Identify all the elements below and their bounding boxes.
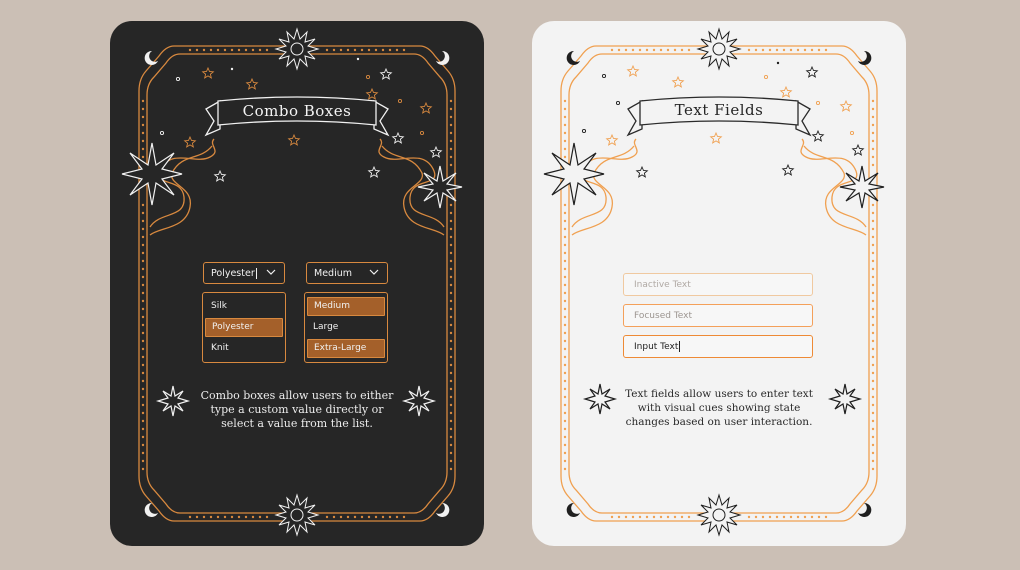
text-fields-card: Text Fields Inactive Text Focused Text I… bbox=[532, 21, 906, 546]
small-star-icon bbox=[391, 131, 405, 144]
small-star-icon bbox=[605, 133, 619, 146]
small-star-icon bbox=[213, 169, 227, 182]
sun-icon bbox=[696, 27, 742, 71]
sun-icon bbox=[274, 27, 320, 71]
small-star-icon bbox=[709, 131, 723, 144]
fabric-combo-value[interactable]: Polyester bbox=[211, 268, 255, 279]
list-item[interactable]: Knit bbox=[205, 339, 283, 358]
fabric-option-list: Silk Polyester Knit bbox=[202, 292, 286, 363]
small-star-icon bbox=[419, 101, 433, 114]
small-star-icon bbox=[781, 163, 795, 176]
list-item[interactable]: Large bbox=[307, 318, 385, 337]
size-option-list: Medium Large Extra-Large bbox=[304, 292, 388, 363]
sparkle-star-icon bbox=[121, 142, 183, 206]
card-description: Combo boxes allow users to either type a… bbox=[200, 389, 394, 430]
size-combo-box[interactable]: Medium bbox=[306, 262, 388, 284]
sun-icon bbox=[274, 493, 320, 537]
small-star-icon bbox=[367, 165, 381, 178]
sparkle-star-icon bbox=[543, 142, 605, 206]
small-star-icon bbox=[805, 65, 819, 78]
list-item-selected[interactable]: Medium bbox=[307, 297, 385, 316]
small-star-icon bbox=[671, 75, 685, 88]
chevron-down-icon[interactable] bbox=[265, 266, 277, 278]
ornamental-frame bbox=[121, 27, 463, 537]
small-star-icon bbox=[183, 135, 197, 148]
small-star-icon bbox=[429, 145, 443, 158]
input-text-field[interactable]: Input Text bbox=[623, 335, 813, 358]
sparkle-star-icon bbox=[401, 385, 437, 417]
list-item[interactable]: Silk bbox=[205, 297, 283, 316]
small-star-icon bbox=[365, 87, 379, 100]
small-star-icon bbox=[779, 85, 793, 98]
list-item-selected[interactable]: Polyester bbox=[205, 318, 283, 337]
sun-icon bbox=[696, 493, 742, 537]
small-star-icon bbox=[201, 66, 215, 79]
small-star-icon bbox=[635, 165, 649, 178]
small-star-icon bbox=[839, 99, 853, 112]
small-star-icon bbox=[851, 143, 865, 156]
size-combo-value[interactable]: Medium bbox=[314, 268, 352, 279]
sparkle-star-icon bbox=[582, 383, 618, 415]
small-star-icon bbox=[626, 64, 640, 77]
text-caret bbox=[255, 267, 257, 279]
text-caret bbox=[679, 341, 681, 352]
combo-boxes-card: Combo Boxes Polyester Medium Silk Polyes… bbox=[110, 21, 484, 546]
small-star-icon bbox=[379, 67, 393, 80]
small-star-icon bbox=[245, 77, 259, 90]
inactive-text-field[interactable]: Inactive Text bbox=[623, 273, 813, 296]
sparkle-star-icon bbox=[155, 385, 191, 417]
sparkle-star-icon bbox=[827, 383, 863, 415]
list-item-selected[interactable]: Extra-Large bbox=[307, 339, 385, 358]
card-title: Text Fields bbox=[674, 101, 764, 119]
fabric-combo-box[interactable]: Polyester bbox=[203, 262, 285, 284]
small-star-icon bbox=[811, 129, 825, 142]
small-star-icon bbox=[287, 133, 301, 146]
focused-text-field[interactable]: Focused Text bbox=[623, 304, 813, 327]
chevron-down-icon[interactable] bbox=[368, 266, 380, 278]
card-title: Combo Boxes bbox=[242, 102, 352, 120]
card-description: Text fields allow users to enter text wi… bbox=[625, 388, 813, 428]
